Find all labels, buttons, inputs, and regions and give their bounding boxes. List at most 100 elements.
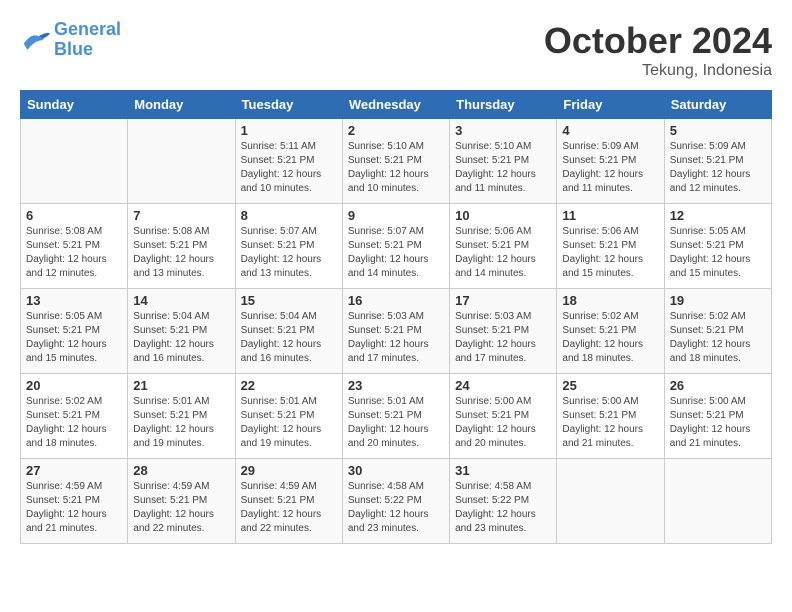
col-monday: Monday: [128, 91, 235, 119]
week-row-2: 6 Sunrise: 5:08 AMSunset: 5:21 PMDayligh…: [21, 204, 772, 289]
cell-week3-day6: 18 Sunrise: 5:02 AMSunset: 5:21 PMDaylig…: [557, 289, 664, 374]
day-number: 6: [26, 208, 122, 223]
cell-week5-day1: 27 Sunrise: 4:59 AMSunset: 5:21 PMDaylig…: [21, 459, 128, 544]
day-info: Sunrise: 5:10 AMSunset: 5:21 PMDaylight:…: [455, 140, 551, 196]
day-number: 17: [455, 293, 551, 308]
logo-blue: Blue: [54, 39, 93, 59]
day-info: Sunrise: 5:03 AMSunset: 5:21 PMDaylight:…: [455, 310, 551, 366]
title-block: October 2024 Tekung, Indonesia: [544, 20, 772, 80]
day-number: 19: [670, 293, 766, 308]
day-info: Sunrise: 4:59 AMSunset: 5:21 PMDaylight:…: [241, 480, 337, 536]
cell-week2-day7: 12 Sunrise: 5:05 AMSunset: 5:21 PMDaylig…: [664, 204, 771, 289]
cell-week2-day1: 6 Sunrise: 5:08 AMSunset: 5:21 PMDayligh…: [21, 204, 128, 289]
logo-icon: [20, 28, 50, 52]
day-number: 21: [133, 378, 229, 393]
day-number: 12: [670, 208, 766, 223]
cell-week3-day7: 19 Sunrise: 5:02 AMSunset: 5:21 PMDaylig…: [664, 289, 771, 374]
day-info: Sunrise: 5:09 AMSunset: 5:21 PMDaylight:…: [562, 140, 658, 196]
day-number: 26: [670, 378, 766, 393]
day-info: Sunrise: 5:00 AMSunset: 5:21 PMDaylight:…: [455, 395, 551, 451]
cell-week1-day6: 4 Sunrise: 5:09 AMSunset: 5:21 PMDayligh…: [557, 119, 664, 204]
day-info: Sunrise: 5:07 AMSunset: 5:21 PMDaylight:…: [241, 225, 337, 281]
day-info: Sunrise: 5:11 AMSunset: 5:21 PMDaylight:…: [241, 140, 337, 196]
cell-week2-day6: 11 Sunrise: 5:06 AMSunset: 5:21 PMDaylig…: [557, 204, 664, 289]
day-info: Sunrise: 5:05 AMSunset: 5:21 PMDaylight:…: [670, 225, 766, 281]
day-number: 31: [455, 463, 551, 478]
cell-week1-day5: 3 Sunrise: 5:10 AMSunset: 5:21 PMDayligh…: [450, 119, 557, 204]
logo: General Blue: [20, 20, 121, 60]
day-info: Sunrise: 5:04 AMSunset: 5:21 PMDaylight:…: [133, 310, 229, 366]
day-info: Sunrise: 5:00 AMSunset: 5:21 PMDaylight:…: [670, 395, 766, 451]
day-number: 2: [348, 123, 444, 138]
day-info: Sunrise: 5:01 AMSunset: 5:21 PMDaylight:…: [348, 395, 444, 451]
day-number: 13: [26, 293, 122, 308]
day-info: Sunrise: 5:08 AMSunset: 5:21 PMDaylight:…: [26, 225, 122, 281]
cell-week5-day2: 28 Sunrise: 4:59 AMSunset: 5:21 PMDaylig…: [128, 459, 235, 544]
day-number: 22: [241, 378, 337, 393]
day-info: Sunrise: 4:59 AMSunset: 5:21 PMDaylight:…: [26, 480, 122, 536]
day-number: 16: [348, 293, 444, 308]
cell-week2-day3: 8 Sunrise: 5:07 AMSunset: 5:21 PMDayligh…: [235, 204, 342, 289]
cell-week5-day6: [557, 459, 664, 544]
page-header: General Blue October 2024 Tekung, Indone…: [20, 20, 772, 80]
day-number: 29: [241, 463, 337, 478]
col-sunday: Sunday: [21, 91, 128, 119]
day-number: 4: [562, 123, 658, 138]
day-number: 3: [455, 123, 551, 138]
day-info: Sunrise: 5:01 AMSunset: 5:21 PMDaylight:…: [241, 395, 337, 451]
cell-week5-day4: 30 Sunrise: 4:58 AMSunset: 5:22 PMDaylig…: [342, 459, 449, 544]
cell-week3-day3: 15 Sunrise: 5:04 AMSunset: 5:21 PMDaylig…: [235, 289, 342, 374]
day-number: 8: [241, 208, 337, 223]
col-wednesday: Wednesday: [342, 91, 449, 119]
day-info: Sunrise: 4:59 AMSunset: 5:21 PMDaylight:…: [133, 480, 229, 536]
day-info: Sunrise: 5:01 AMSunset: 5:21 PMDaylight:…: [133, 395, 229, 451]
day-number: 27: [26, 463, 122, 478]
day-info: Sunrise: 5:04 AMSunset: 5:21 PMDaylight:…: [241, 310, 337, 366]
cell-week4-day3: 22 Sunrise: 5:01 AMSunset: 5:21 PMDaylig…: [235, 374, 342, 459]
day-info: Sunrise: 5:03 AMSunset: 5:21 PMDaylight:…: [348, 310, 444, 366]
header-row: Sunday Monday Tuesday Wednesday Thursday…: [21, 91, 772, 119]
cell-week5-day5: 31 Sunrise: 4:58 AMSunset: 5:22 PMDaylig…: [450, 459, 557, 544]
cell-week4-day2: 21 Sunrise: 5:01 AMSunset: 5:21 PMDaylig…: [128, 374, 235, 459]
cell-week4-day1: 20 Sunrise: 5:02 AMSunset: 5:21 PMDaylig…: [21, 374, 128, 459]
col-tuesday: Tuesday: [235, 91, 342, 119]
col-saturday: Saturday: [664, 91, 771, 119]
day-info: Sunrise: 5:06 AMSunset: 5:21 PMDaylight:…: [455, 225, 551, 281]
day-info: Sunrise: 5:08 AMSunset: 5:21 PMDaylight:…: [133, 225, 229, 281]
day-info: Sunrise: 5:07 AMSunset: 5:21 PMDaylight:…: [348, 225, 444, 281]
logo-general: General: [54, 19, 121, 39]
day-number: 9: [348, 208, 444, 223]
col-friday: Friday: [557, 91, 664, 119]
day-info: Sunrise: 4:58 AMSunset: 5:22 PMDaylight:…: [455, 480, 551, 536]
day-number: 5: [670, 123, 766, 138]
cell-week2-day4: 9 Sunrise: 5:07 AMSunset: 5:21 PMDayligh…: [342, 204, 449, 289]
cell-week2-day2: 7 Sunrise: 5:08 AMSunset: 5:21 PMDayligh…: [128, 204, 235, 289]
cell-week4-day6: 25 Sunrise: 5:00 AMSunset: 5:21 PMDaylig…: [557, 374, 664, 459]
day-number: 30: [348, 463, 444, 478]
day-number: 1: [241, 123, 337, 138]
day-number: 24: [455, 378, 551, 393]
day-info: Sunrise: 5:00 AMSunset: 5:21 PMDaylight:…: [562, 395, 658, 451]
cell-week1-day1: [21, 119, 128, 204]
week-row-3: 13 Sunrise: 5:05 AMSunset: 5:21 PMDaylig…: [21, 289, 772, 374]
day-number: 18: [562, 293, 658, 308]
day-number: 10: [455, 208, 551, 223]
day-info: Sunrise: 5:05 AMSunset: 5:21 PMDaylight:…: [26, 310, 122, 366]
cell-week1-day4: 2 Sunrise: 5:10 AMSunset: 5:21 PMDayligh…: [342, 119, 449, 204]
cell-week1-day2: [128, 119, 235, 204]
day-number: 23: [348, 378, 444, 393]
cell-week2-day5: 10 Sunrise: 5:06 AMSunset: 5:21 PMDaylig…: [450, 204, 557, 289]
cell-week4-day7: 26 Sunrise: 5:00 AMSunset: 5:21 PMDaylig…: [664, 374, 771, 459]
cell-week5-day3: 29 Sunrise: 4:59 AMSunset: 5:21 PMDaylig…: [235, 459, 342, 544]
day-info: Sunrise: 5:06 AMSunset: 5:21 PMDaylight:…: [562, 225, 658, 281]
cell-week1-day3: 1 Sunrise: 5:11 AMSunset: 5:21 PMDayligh…: [235, 119, 342, 204]
day-info: Sunrise: 5:02 AMSunset: 5:21 PMDaylight:…: [562, 310, 658, 366]
day-number: 15: [241, 293, 337, 308]
cell-week3-day5: 17 Sunrise: 5:03 AMSunset: 5:21 PMDaylig…: [450, 289, 557, 374]
week-row-5: 27 Sunrise: 4:59 AMSunset: 5:21 PMDaylig…: [21, 459, 772, 544]
day-number: 7: [133, 208, 229, 223]
day-number: 11: [562, 208, 658, 223]
cell-week3-day1: 13 Sunrise: 5:05 AMSunset: 5:21 PMDaylig…: [21, 289, 128, 374]
day-info: Sunrise: 5:10 AMSunset: 5:21 PMDaylight:…: [348, 140, 444, 196]
week-row-4: 20 Sunrise: 5:02 AMSunset: 5:21 PMDaylig…: [21, 374, 772, 459]
